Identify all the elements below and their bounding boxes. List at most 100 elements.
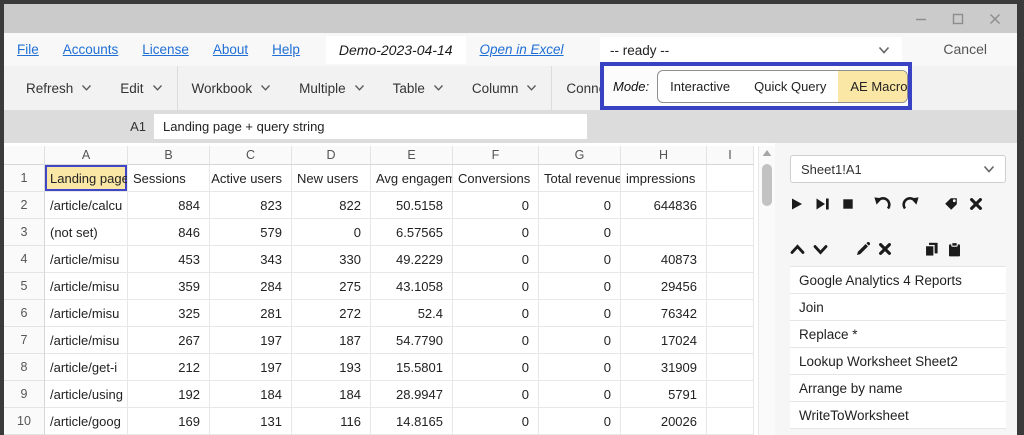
cell-B5[interactable]: 359	[128, 273, 210, 300]
sheet-cell-dropdown[interactable]: Sheet1!A1	[790, 155, 1006, 183]
cell-B10[interactable]: 169	[128, 408, 210, 435]
cell-I8[interactable]	[707, 354, 754, 381]
cell-C5[interactable]: 284	[210, 273, 292, 300]
cell-I7[interactable]	[707, 327, 754, 354]
row-header-1[interactable]: 1	[4, 165, 45, 192]
cell-F2[interactable]: 0	[453, 192, 539, 219]
grid-vertical-scrollbar[interactable]	[758, 146, 775, 435]
cell-G3[interactable]: 0	[539, 219, 621, 246]
tag-icon[interactable]	[944, 197, 958, 211]
row-header-7[interactable]: 7	[4, 327, 45, 354]
cell-A7[interactable]: /article/misu	[45, 327, 128, 354]
column-header-C[interactable]: C	[210, 146, 292, 165]
cell-I9[interactable]	[707, 381, 754, 408]
cell-G7[interactable]: 0	[539, 327, 621, 354]
close-icon[interactable]	[969, 197, 983, 211]
minimize-icon[interactable]	[914, 12, 927, 25]
cell-F4[interactable]: 0	[453, 246, 539, 273]
cell-H4[interactable]: 40873	[621, 246, 707, 273]
cell-I2[interactable]	[707, 192, 754, 219]
cell-C1[interactable]: Active users	[210, 165, 292, 192]
cell-A5[interactable]: /article/misu	[45, 273, 128, 300]
row-header-9[interactable]: 9	[4, 381, 45, 408]
cell-B3[interactable]: 846	[128, 219, 210, 246]
cell-B2[interactable]: 884	[128, 192, 210, 219]
cell-G9[interactable]: 0	[539, 381, 621, 408]
macro-step-item[interactable]: Join	[790, 294, 1006, 321]
column-header-E[interactable]: E	[371, 146, 453, 165]
cell-D1[interactable]: New users	[292, 165, 371, 192]
toolbar-menu-multiple[interactable]: Multiple	[285, 66, 379, 110]
row-header-4[interactable]: 4	[4, 246, 45, 273]
cell-H1[interactable]: impressions	[621, 165, 707, 192]
macro-step-item[interactable]: Google Analytics 4 Reports	[790, 267, 1006, 294]
cell-I10[interactable]	[707, 408, 754, 435]
toolbar-menu-table[interactable]: Table	[379, 66, 458, 110]
cell-D10[interactable]: 116	[292, 408, 371, 435]
cell-F7[interactable]: 0	[453, 327, 539, 354]
cell-F3[interactable]: 0	[453, 219, 539, 246]
column-header-H[interactable]: H	[621, 146, 707, 165]
macro-step-item[interactable]: Replace *	[790, 321, 1006, 348]
cell-E5[interactable]: 43.1058	[371, 273, 453, 300]
cell-C10[interactable]: 131	[210, 408, 292, 435]
menu-link-help[interactable]: Help	[272, 42, 300, 57]
copy-icon[interactable]	[924, 242, 939, 257]
close-icon[interactable]	[878, 242, 892, 256]
column-header-D[interactable]: D	[292, 146, 371, 165]
row-header-8[interactable]: 8	[4, 354, 45, 381]
cell-C7[interactable]: 197	[210, 327, 292, 354]
grid-corner[interactable]	[4, 146, 45, 165]
cell-A10[interactable]: /article/goog	[45, 408, 128, 435]
cell-C8[interactable]: 197	[210, 354, 292, 381]
cell-A8[interactable]: /article/get-i	[45, 354, 128, 381]
cell-G5[interactable]: 0	[539, 273, 621, 300]
cell-H6[interactable]: 76342	[621, 300, 707, 327]
cell-D2[interactable]: 822	[292, 192, 371, 219]
pencil-icon[interactable]	[856, 242, 870, 256]
cell-H5[interactable]: 29456	[621, 273, 707, 300]
cell-B1[interactable]: Sessions	[128, 165, 210, 192]
cell-D9[interactable]: 184	[292, 381, 371, 408]
cell-F8[interactable]: 0	[453, 354, 539, 381]
cell-F9[interactable]: 0	[453, 381, 539, 408]
cell-D6[interactable]: 272	[292, 300, 371, 327]
macro-step-item[interactable]: Arrange by name	[790, 375, 1006, 402]
column-header-B[interactable]: B	[128, 146, 210, 165]
cell-A1[interactable]: Landing page + query string	[45, 165, 128, 192]
open-in-excel-link[interactable]: Open in Excel	[480, 42, 564, 57]
menu-link-accounts[interactable]: Accounts	[63, 42, 119, 57]
cell-C2[interactable]: 823	[210, 192, 292, 219]
cell-A3[interactable]: (not set)	[45, 219, 128, 246]
cell-A9[interactable]: /article/using	[45, 381, 128, 408]
cell-E6[interactable]: 52.4	[371, 300, 453, 327]
cell-D4[interactable]: 330	[292, 246, 371, 273]
status-dropdown[interactable]: -- ready --	[600, 37, 902, 63]
cell-H3[interactable]	[621, 219, 707, 246]
cell-A2[interactable]: /article/calcu	[45, 192, 128, 219]
cell-E8[interactable]: 15.5801	[371, 354, 453, 381]
cell-I6[interactable]	[707, 300, 754, 327]
toolbar-menu-column[interactable]: Column	[458, 66, 552, 110]
cell-F1[interactable]: Conversions	[453, 165, 539, 192]
mode-option-interactive[interactable]: Interactive	[658, 71, 742, 102]
cell-C6[interactable]: 281	[210, 300, 292, 327]
cell-G6[interactable]: 0	[539, 300, 621, 327]
cell-G1[interactable]: Total revenue	[539, 165, 621, 192]
cell-E3[interactable]: 6.57565	[371, 219, 453, 246]
cell-F10[interactable]: 0	[453, 408, 539, 435]
scroll-up-icon[interactable]	[759, 146, 775, 160]
toolbar-menu-workbook[interactable]: Workbook	[178, 66, 286, 110]
cell-B8[interactable]: 212	[128, 354, 210, 381]
formula-input[interactable]	[154, 114, 587, 139]
cell-D8[interactable]: 193	[292, 354, 371, 381]
macro-step-item[interactable]: WriteToWorksheet	[790, 402, 1006, 429]
row-header-3[interactable]: 3	[4, 219, 45, 246]
cell-I3[interactable]	[707, 219, 754, 246]
cell-C4[interactable]: 343	[210, 246, 292, 273]
column-header-A[interactable]: A	[45, 146, 128, 165]
mode-option-quick-query[interactable]: Quick Query	[742, 71, 838, 102]
row-header-5[interactable]: 5	[4, 273, 45, 300]
play-icon[interactable]	[790, 197, 804, 211]
cell-D7[interactable]: 187	[292, 327, 371, 354]
